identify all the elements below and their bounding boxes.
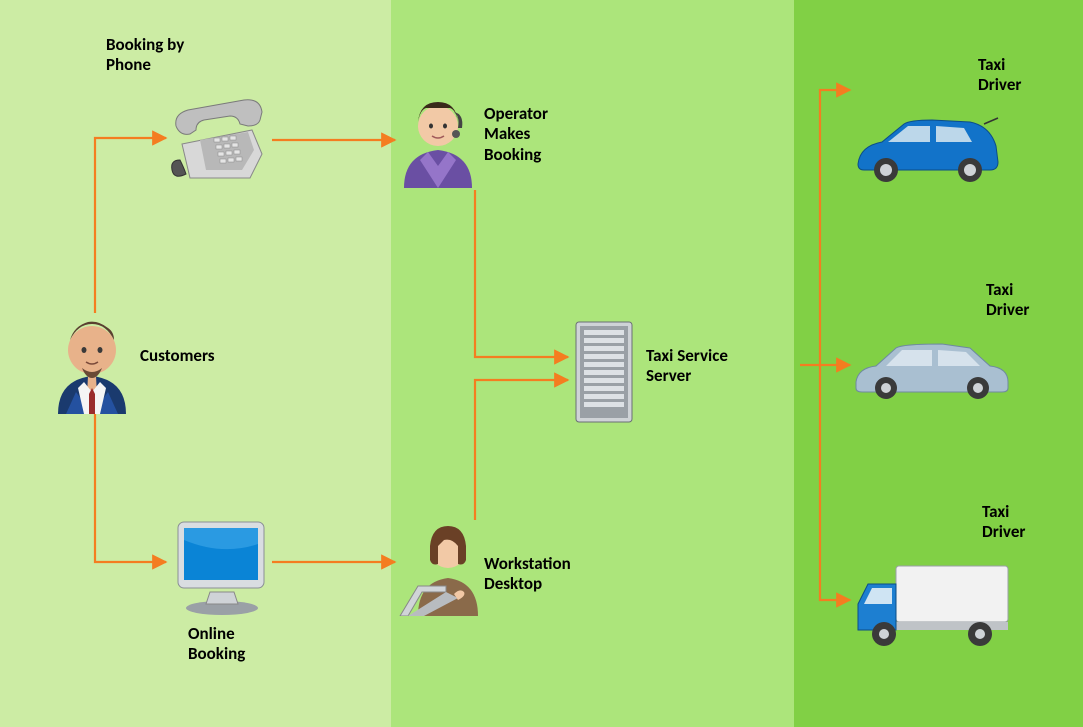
phone-icon [170,96,272,191]
diagram-canvas: Customers Booking by Phone Online Bookin… [0,0,1083,727]
server-label: Taxi Service Server [646,346,728,387]
server-icon [572,318,636,431]
truck-icon [852,560,1012,655]
driver2-label: Taxi Driver [986,280,1029,321]
online-label: Online Booking [188,624,245,665]
phone-label: Booking by Phone [106,35,184,76]
car2-icon [852,338,1012,407]
operator-label: Operator Makes Booking [484,104,548,165]
customer-label: Customers [140,346,215,366]
driver1-label: Taxi Driver [978,55,1021,96]
monitor-icon [172,516,270,621]
driver3-label: Taxi Driver [982,502,1025,543]
workstation-label: Workstation Desktop [484,554,571,595]
workstation-icon [398,516,488,621]
customer-icon [48,318,136,419]
car1-icon [852,116,1002,191]
operator-icon [398,96,478,193]
